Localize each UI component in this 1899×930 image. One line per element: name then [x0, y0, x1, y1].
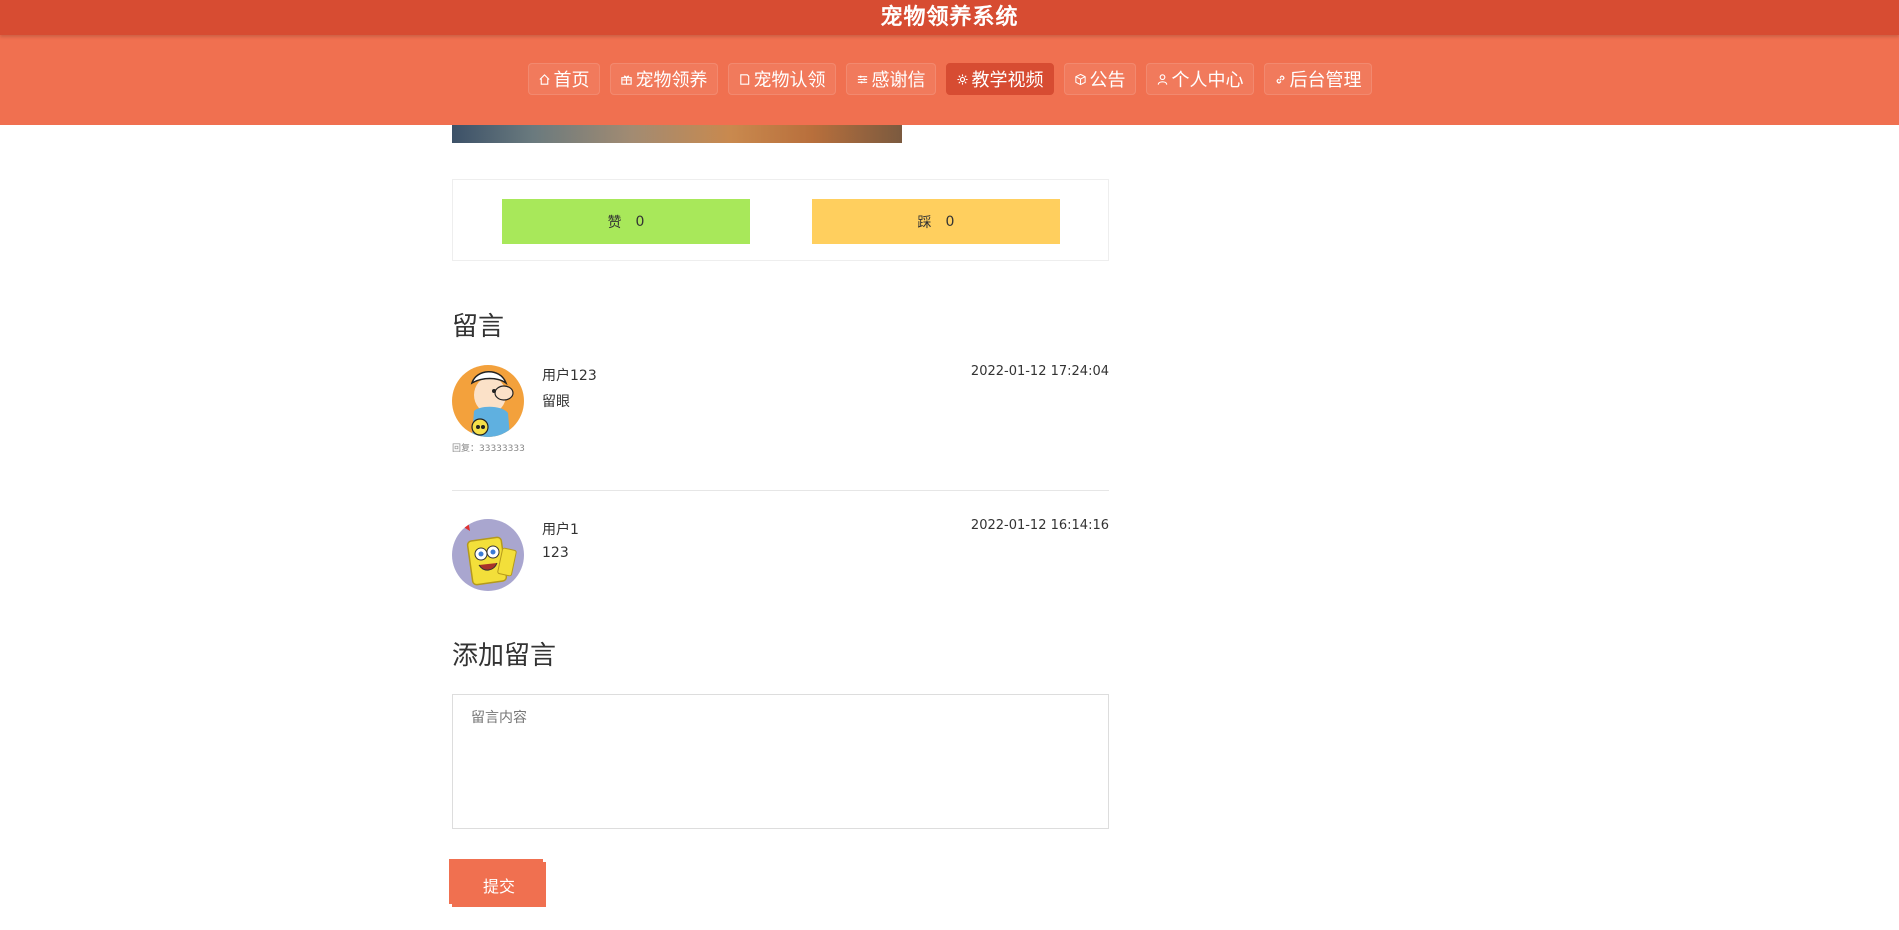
box-icon	[1074, 73, 1086, 85]
comment-text: 留眼	[542, 394, 570, 410]
tag-icon	[739, 73, 749, 85]
nav-item-admin[interactable]: 后台管理	[1263, 63, 1372, 95]
nav-item-personal-center[interactable]: 个人中心	[1145, 63, 1254, 95]
avatar	[452, 519, 524, 591]
nav-label: 个人中心	[1171, 70, 1244, 91]
gear-icon	[956, 73, 968, 85]
dislike-count: 0	[945, 213, 955, 230]
comment-user: 用户123	[542, 368, 597, 384]
link-icon	[1276, 75, 1284, 83]
title-bar: 宠物领养系统	[0, 0, 1899, 35]
nav-item-home[interactable]: 首页	[527, 63, 600, 95]
spongebob-avatar	[452, 519, 524, 591]
dislike-label: 踩	[917, 214, 932, 231]
nav-item-pet-adoption[interactable]: 宠物领养	[609, 63, 718, 95]
like-label: 赞	[607, 214, 622, 231]
comments-title: 留言	[452, 312, 505, 342]
video-player[interactable]	[452, 125, 902, 143]
user-icon	[1157, 73, 1167, 85]
comment-input[interactable]	[452, 694, 1109, 829]
comment-divider	[452, 490, 1109, 491]
site-title: 宠物领养系统	[880, 5, 1019, 30]
submit-button[interactable]: 提交	[452, 862, 546, 907]
avatar	[452, 365, 524, 437]
sliders-icon	[857, 75, 867, 83]
gift-icon	[620, 75, 632, 85]
comment-item: 用户1 2022-01-12 16:14:16 123	[452, 518, 1109, 594]
vote-box: 赞 0 踩 0	[452, 179, 1109, 261]
comment-item: 用户123 2022-01-12 17:24:04 留眼 回复：33333333	[452, 364, 1109, 455]
comment-text: 123	[542, 545, 569, 561]
comment-time: 2022-01-12 17:24:04	[970, 364, 1109, 379]
nav-label: 首页	[553, 70, 590, 91]
comment-reply: 回复：33333333	[452, 444, 525, 454]
like-button[interactable]: 赞 0	[502, 199, 750, 244]
dislike-button[interactable]: 踩 0	[812, 199, 1060, 244]
add-comment-title: 添加留言	[452, 641, 557, 671]
nav-item-pet-claim[interactable]: 宠物认领	[727, 63, 836, 95]
comment-time: 2022-01-12 16:14:16	[970, 518, 1109, 533]
nav-label: 宠物领养	[635, 70, 708, 91]
page: 宠物领养系统 首页 宠物领养 宠物认领 感谢信 教学视频 公告 个人中心 后台管…	[0, 0, 1899, 930]
nav-label: 感谢信	[871, 70, 926, 91]
main-nav: 首页 宠物领养 宠物认领 感谢信 教学视频 公告 个人中心 后台管理	[0, 63, 1899, 95]
nav-label: 公告	[1089, 70, 1126, 91]
like-count: 0	[635, 213, 645, 230]
nav-label: 宠物认领	[753, 70, 826, 91]
nav-item-tutorial-video[interactable]: 教学视频	[945, 63, 1054, 95]
header: 宠物领养系统 首页 宠物领养 宠物认领 感谢信 教学视频 公告 个人中心 后台管…	[0, 0, 1899, 125]
nav-label: 教学视频	[971, 70, 1044, 91]
nav-item-announcement[interactable]: 公告	[1063, 63, 1136, 95]
nav-item-thanks-letter[interactable]: 感谢信	[845, 63, 936, 95]
comment-user: 用户1	[542, 522, 579, 538]
nav-label: 后台管理	[1289, 70, 1362, 91]
cartoon-boy-avatar	[452, 365, 524, 437]
home-icon	[538, 73, 550, 85]
